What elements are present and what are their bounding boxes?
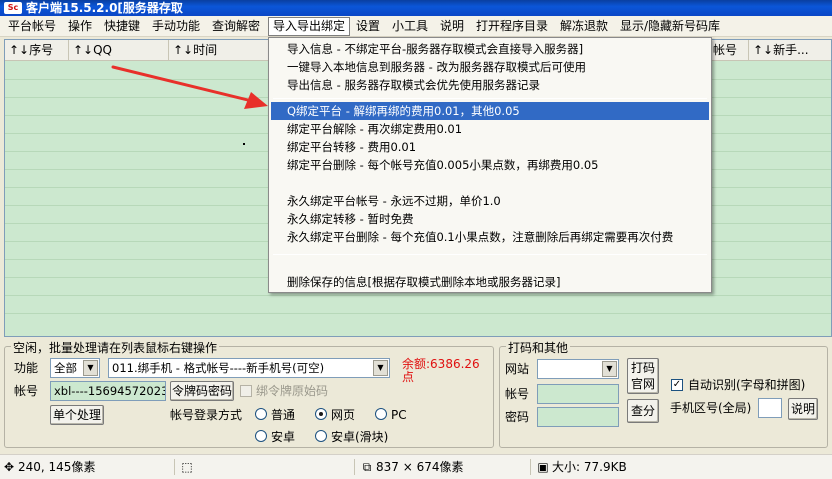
radio-mode-android-slider-label: 安卓(滑块) — [331, 430, 389, 444]
menu-operation[interactable]: 操作 — [64, 17, 96, 36]
mouse-pointer-dot — [243, 143, 245, 145]
menuitem-import-local-to-server[interactable]: 一键导入本地信息到服务器 - 改为服务器存取模式后可使用 — [271, 58, 709, 76]
region-code-input[interactable] — [758, 398, 782, 418]
radio-mode-web-label: 网页 — [331, 408, 356, 422]
menu-bar: 平台帐号 操作 快捷键 手动功能 查询解密 导入导出绑定 设置 小工具 说明 打… — [0, 16, 832, 37]
title-bar: Sc 客户端15.5.2.0[服务器存取 — [0, 0, 832, 16]
menuitem-unbind-platform[interactable]: 绑定平台解除 - 再次绑定费用0.01 — [271, 120, 709, 138]
status-bar: ✥ 240, 145像素 ⬚ ⧉ 837 × 674像素 ▣ 大小: 77.9K… — [0, 454, 832, 479]
menu-separator — [273, 98, 707, 99]
balance-text: 余额:6386.26点 — [402, 357, 480, 384]
status-divider — [174, 459, 175, 475]
menu-unfreeze-refund[interactable]: 解冻退款 — [556, 17, 612, 36]
menuitem-import-info[interactable]: 导入信息 - 不绑定平台-服务器存取模式会直接导入服务器] — [271, 40, 709, 58]
region-code-label: 手机区号(全局) — [670, 401, 752, 415]
status-divider — [530, 459, 531, 475]
menuitem-transfer-binding[interactable]: 绑定平台转移 - 费用0.01 — [271, 138, 709, 156]
region-help-button[interactable]: 说明 — [788, 398, 818, 420]
menuitem-permanent-delete[interactable]: 永久绑定平台删除 - 每个充值0.1小果点数，注意删除后再绑定需要再次付费 — [271, 228, 709, 246]
import-export-dropdown: 导入信息 - 不绑定平台-服务器存取模式会直接导入服务器] 一键导入本地信息到服… — [268, 37, 712, 293]
menu-shortcuts[interactable]: 快捷键 — [100, 17, 144, 36]
func-category-value: 全部 — [54, 361, 77, 375]
row-divider — [5, 313, 831, 314]
captcha-official-button[interactable]: 打码官网 — [627, 358, 659, 394]
cursor-move-icon: ✥ — [3, 460, 15, 474]
column-header-index[interactable]: ↑↓序号 — [5, 40, 69, 61]
radio-mode-pc-label: PC — [391, 408, 407, 422]
captcha-panel-title: 打码和其他 — [506, 339, 571, 356]
captcha-account-label: 帐号 — [505, 387, 530, 401]
site-select[interactable]: ▼ — [537, 359, 619, 379]
menuitem-permanent-transfer[interactable]: 永久绑定转移 - 暂时免费 — [271, 210, 709, 228]
menu-settings[interactable]: 设置 — [352, 17, 384, 36]
row-divider — [5, 295, 831, 296]
menu-query-decrypt[interactable]: 查询解密 — [208, 17, 264, 36]
menu-help[interactable]: 说明 — [436, 17, 468, 36]
menu-separator — [273, 254, 707, 255]
menuitem-permanent-bind[interactable]: 永久绑定平台帐号 - 永远不过期，单价1.0 — [271, 192, 709, 210]
column-header-time[interactable]: ↑↓时间 — [169, 40, 269, 61]
chevron-down-icon[interactable]: ▼ — [373, 360, 388, 376]
login-mode-label: 帐号登录方式 — [170, 408, 243, 422]
captcha-account-input[interactable] — [537, 384, 619, 404]
chevron-down-icon[interactable]: ▼ — [83, 360, 98, 376]
bind-token-checkbox[interactable] — [240, 385, 252, 397]
site-label: 网站 — [505, 362, 530, 376]
account-input[interactable]: xbl----15694572023 — [50, 381, 166, 401]
menuitem-delete-saved-info[interactable]: 删除保存的信息[根据存取模式删除本地或服务器记录] — [271, 273, 709, 291]
radio-mode-pc[interactable] — [375, 408, 387, 420]
status-divider — [354, 459, 355, 475]
menuitem-delete-binding[interactable]: 绑定平台删除 - 每个帐号充值0.005小果点数，再绑费用0.05 — [271, 156, 709, 174]
menu-manual[interactable]: 手动功能 — [148, 17, 204, 36]
radio-mode-android-slider[interactable] — [315, 430, 327, 442]
menuitem-q-bind-platform[interactable]: Q绑定平台 - 解绑再绑的费用0.01，其他0.05 — [271, 102, 709, 120]
radio-mode-web[interactable] — [315, 408, 327, 420]
menuitem-export-info[interactable]: 导出信息 - 服务器存取模式会优先使用服务器记录 — [271, 76, 709, 94]
column-header-account[interactable]: 帐号 — [709, 40, 749, 61]
app-logo-icon: Sc — [4, 2, 22, 14]
account-label: 帐号 — [14, 384, 39, 398]
column-header-qq[interactable]: ↑↓QQ — [69, 40, 169, 61]
radio-mode-android[interactable] — [255, 430, 267, 442]
dimensions-icon: ⧉ — [362, 460, 372, 474]
status-coords: 240, 145像素 — [18, 460, 96, 474]
status-size: 大小: 77.9KB — [552, 460, 627, 474]
menu-import-export-bind[interactable]: 导入导出绑定 — [268, 17, 351, 36]
captcha-password-label: 密码 — [505, 410, 530, 424]
disk-icon: ▣ — [537, 460, 549, 474]
func-select-value: 011.绑手机 - 格式帐号----新手机号(可空) — [112, 361, 325, 375]
auto-recognize-checkbox[interactable]: ✓ — [671, 379, 683, 391]
batch-panel-title: 空闲，批量处理请在列表鼠标右键操作 — [11, 339, 220, 356]
token-password-button[interactable]: 令牌码密码 — [170, 381, 234, 401]
selection-icon: ⬚ — [181, 460, 193, 474]
func-label: 功能 — [14, 361, 39, 375]
bind-token-label: 绑令牌原始码 — [256, 384, 329, 398]
chevron-down-icon[interactable]: ▼ — [602, 361, 617, 377]
captcha-password-input[interactable] — [537, 407, 619, 427]
radio-mode-android-label: 安卓 — [271, 430, 296, 444]
auto-recognize-label: 自动识别(字母和拼图) — [688, 378, 806, 392]
func-category-select[interactable]: 全部 ▼ — [50, 358, 100, 378]
menu-platform-account[interactable]: 平台帐号 — [4, 17, 60, 36]
func-select[interactable]: 011.绑手机 - 格式帐号----新手机号(可空) ▼ — [108, 358, 390, 378]
menu-toggle-number-library[interactable]: 显示/隐藏新号码库 — [616, 17, 724, 36]
column-header-new-phone[interactable]: ↑↓新手... — [749, 40, 831, 61]
window-title: 客户端15.5.2.0[服务器存取 — [26, 1, 183, 15]
menu-open-directory[interactable]: 打开程序目录 — [472, 17, 552, 36]
radio-mode-normal-label: 普通 — [271, 408, 296, 422]
menu-tools[interactable]: 小工具 — [388, 17, 432, 36]
single-process-button[interactable]: 单个处理 — [50, 405, 104, 425]
status-dimensions: 837 × 674像素 — [376, 460, 464, 474]
query-score-button[interactable]: 查分 — [627, 399, 659, 423]
radio-mode-normal[interactable] — [255, 408, 267, 420]
